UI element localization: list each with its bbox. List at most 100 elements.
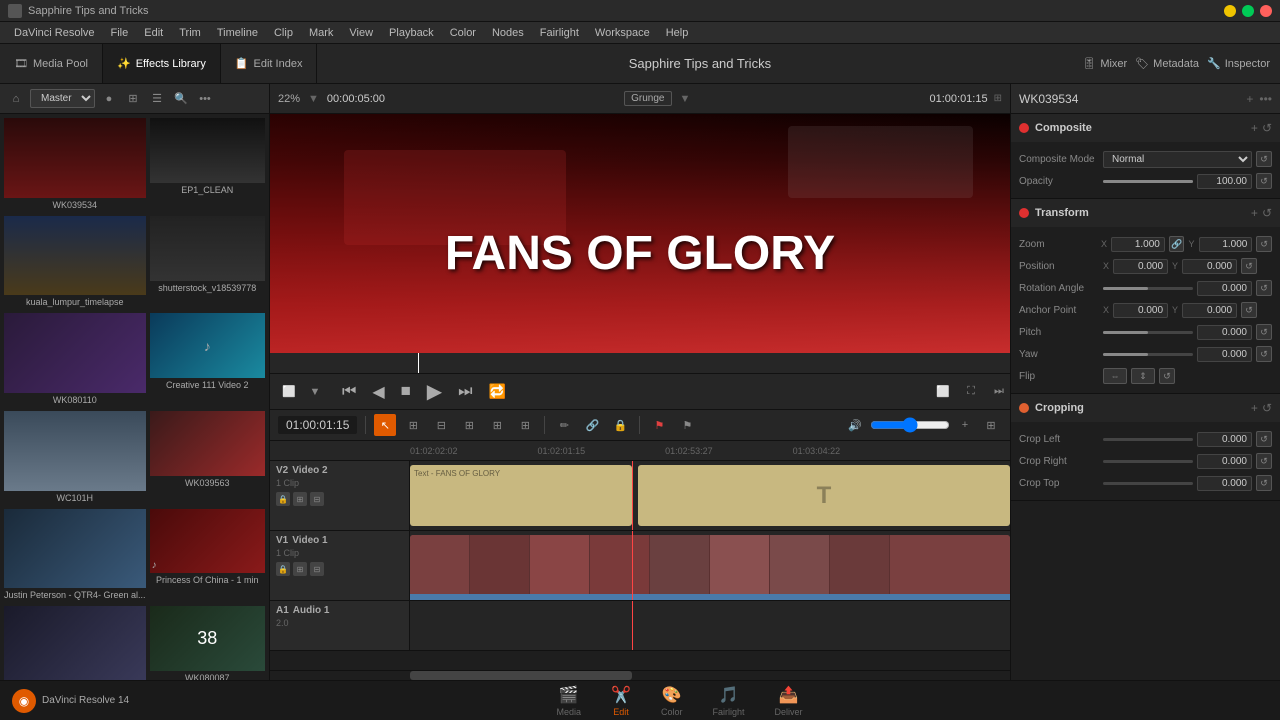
flip-reset[interactable]: ↺	[1159, 368, 1175, 384]
tool-selection[interactable]: ↖	[374, 414, 396, 436]
tool-flag[interactable]: ⚑	[648, 414, 670, 436]
cropping-reset-btn[interactable]: ↺	[1262, 401, 1272, 415]
menu-trim[interactable]: Trim	[171, 25, 209, 41]
crop-right-reset[interactable]: ↺	[1256, 453, 1272, 469]
list-item[interactable]: Serial Film 1 Ep 2 RC_pr_001	[4, 606, 146, 680]
timeline-zoom-slider[interactable]	[870, 417, 950, 433]
position-reset[interactable]: ↺	[1241, 258, 1257, 274]
tool-link[interactable]: 🔗	[581, 414, 603, 436]
panel-list-btn[interactable]: ☰	[147, 89, 167, 109]
tool-blade[interactable]: ⊟	[430, 414, 452, 436]
rotation-value[interactable]: 0.000	[1197, 281, 1252, 296]
menu-color[interactable]: Color	[442, 25, 484, 41]
inspector-menu-btn[interactable]: •••	[1259, 92, 1272, 106]
crop-top-reset[interactable]: ↺	[1256, 475, 1272, 491]
opacity-value[interactable]: 100.00	[1197, 174, 1252, 189]
tool-slip[interactable]: ⊞	[458, 414, 480, 436]
pitch-value[interactable]: 0.000	[1197, 325, 1252, 340]
panel-home-btn[interactable]: ⌂	[6, 89, 26, 109]
list-item[interactable]: 38 WK080087	[150, 606, 265, 680]
pitch-reset[interactable]: ↺	[1256, 324, 1272, 340]
yaw-slider[interactable]	[1103, 353, 1193, 356]
tool-fit[interactable]: ⊞	[980, 414, 1002, 436]
clip-text-before[interactable]: Text - FANS OF GLORY	[410, 465, 632, 526]
transform-add-btn[interactable]: +	[1251, 206, 1258, 220]
playback-stop[interactable]: ⏹	[401, 380, 411, 403]
zoom-y-value[interactable]: 1.000	[1199, 237, 1253, 252]
cropping-add-btn[interactable]: +	[1251, 401, 1258, 415]
menu-playback[interactable]: Playback	[381, 25, 442, 41]
mixer-btn[interactable]: 🎚 Mixer	[1082, 57, 1127, 70]
flip-v-btn[interactable]: ⇕	[1131, 368, 1155, 384]
track-audio-icon-v1[interactable]: ⊟	[310, 562, 324, 576]
scrollbar-thumb[interactable]	[410, 671, 632, 680]
crop-left-slider[interactable]	[1103, 438, 1193, 441]
tab-fairlight[interactable]: 🎵 Fairlight	[713, 685, 745, 717]
position-y-value[interactable]: 0.000	[1182, 259, 1237, 274]
clip-v1[interactable]	[410, 535, 1010, 596]
clip-text-after[interactable]: T	[638, 465, 1010, 526]
tool-color-flag[interactable]: ⚑	[676, 414, 698, 436]
metadata-btn[interactable]: 🏷 Metadata	[1135, 57, 1199, 70]
maximize-btn[interactable]	[1242, 5, 1254, 17]
menu-clip[interactable]: Clip	[266, 25, 301, 41]
zoom-reset[interactable]: ↺	[1256, 236, 1272, 252]
crop-left-value[interactable]: 0.000	[1197, 432, 1252, 447]
preview-layout-btn[interactable]: ⬜	[932, 381, 954, 403]
menu-workspace[interactable]: Workspace	[587, 25, 658, 41]
preview-tool-btn[interactable]: ⬜	[278, 381, 300, 403]
menu-file[interactable]: File	[103, 25, 137, 41]
tab-effects-library[interactable]: ✨ Effects Library	[103, 44, 221, 83]
composite-reset-btn[interactable]: ↺	[1262, 121, 1272, 135]
list-item[interactable]: WK039534	[4, 118, 146, 212]
preview-end-btn[interactable]: ⏭	[988, 381, 1010, 403]
tool-dynamic[interactable]: ⊞	[486, 414, 508, 436]
playback-play[interactable]: ▶	[427, 379, 442, 404]
pitch-slider[interactable]	[1103, 331, 1193, 334]
list-item[interactable]: ♪ Princess Of China - 1 min	[150, 509, 265, 603]
flip-h-btn[interactable]: ⇔	[1103, 368, 1127, 384]
track-content-v2[interactable]: Text - FANS OF GLORY T	[410, 461, 1010, 530]
section-header-cropping[interactable]: Cropping + ↺	[1011, 394, 1280, 422]
anchor-y-value[interactable]: 0.000	[1182, 303, 1237, 318]
composite-mode-select[interactable]: Normal	[1103, 151, 1252, 168]
tab-deliver[interactable]: 📤 Deliver	[775, 685, 803, 717]
menu-timeline[interactable]: Timeline	[209, 25, 266, 41]
menu-fairlight[interactable]: Fairlight	[532, 25, 587, 41]
panel-more-btn[interactable]: •••	[195, 89, 215, 109]
menu-edit[interactable]: Edit	[136, 25, 171, 41]
opacity-reset[interactable]: ↺	[1256, 173, 1272, 189]
list-item[interactable]: Justin Peterson - QTR4- Green al...	[4, 509, 146, 603]
list-item[interactable]: kuala_lumpur_timelapse	[4, 216, 146, 310]
track-content-v1[interactable]	[410, 531, 1010, 600]
composite-add-btn[interactable]: +	[1251, 121, 1258, 135]
inspector-btn[interactable]: 🔧 Inspector	[1207, 57, 1270, 70]
tool-trim[interactable]: ⊞	[402, 414, 424, 436]
section-header-composite[interactable]: Composite + ↺	[1011, 114, 1280, 142]
yaw-reset[interactable]: ↺	[1256, 346, 1272, 362]
anchor-x-value[interactable]: 0.000	[1113, 303, 1168, 318]
minimize-btn[interactable]	[1224, 5, 1236, 17]
transform-reset-btn[interactable]: ↺	[1262, 206, 1272, 220]
track-lock-icon-v1[interactable]: 🔒	[276, 562, 290, 576]
preview-full-btn[interactable]: ⛶	[960, 381, 982, 403]
track-vis-icon[interactable]: ⊞	[293, 492, 307, 506]
list-item[interactable]: WK080110	[4, 313, 146, 407]
crop-left-reset[interactable]: ↺	[1256, 431, 1272, 447]
track-vis-icon-v1[interactable]: ⊞	[293, 562, 307, 576]
preview-scrubber[interactable]	[270, 353, 1010, 373]
tool-zoom-out[interactable]: 🔊	[844, 414, 866, 436]
list-item[interactable]: EP1_CLEAN	[150, 118, 265, 212]
tool-pen[interactable]: ✏	[553, 414, 575, 436]
track-content-a1[interactable]	[410, 601, 1010, 650]
zoom-x-value[interactable]: 1.000	[1111, 237, 1165, 252]
tab-media[interactable]: 🎬 Media	[557, 685, 582, 717]
tab-color[interactable]: 🎨 Color	[661, 685, 683, 717]
track-audio-icon[interactable]: ⊟	[310, 492, 324, 506]
yaw-value[interactable]: 0.000	[1197, 347, 1252, 362]
composite-mode-reset[interactable]: ↺	[1256, 151, 1272, 167]
menu-view[interactable]: View	[341, 25, 381, 41]
panel-search-btn[interactable]: 🔍	[171, 89, 191, 109]
menu-davinci[interactable]: DaVinci Resolve	[6, 25, 103, 41]
list-item[interactable]: shutterstock_v18539778	[150, 216, 265, 310]
